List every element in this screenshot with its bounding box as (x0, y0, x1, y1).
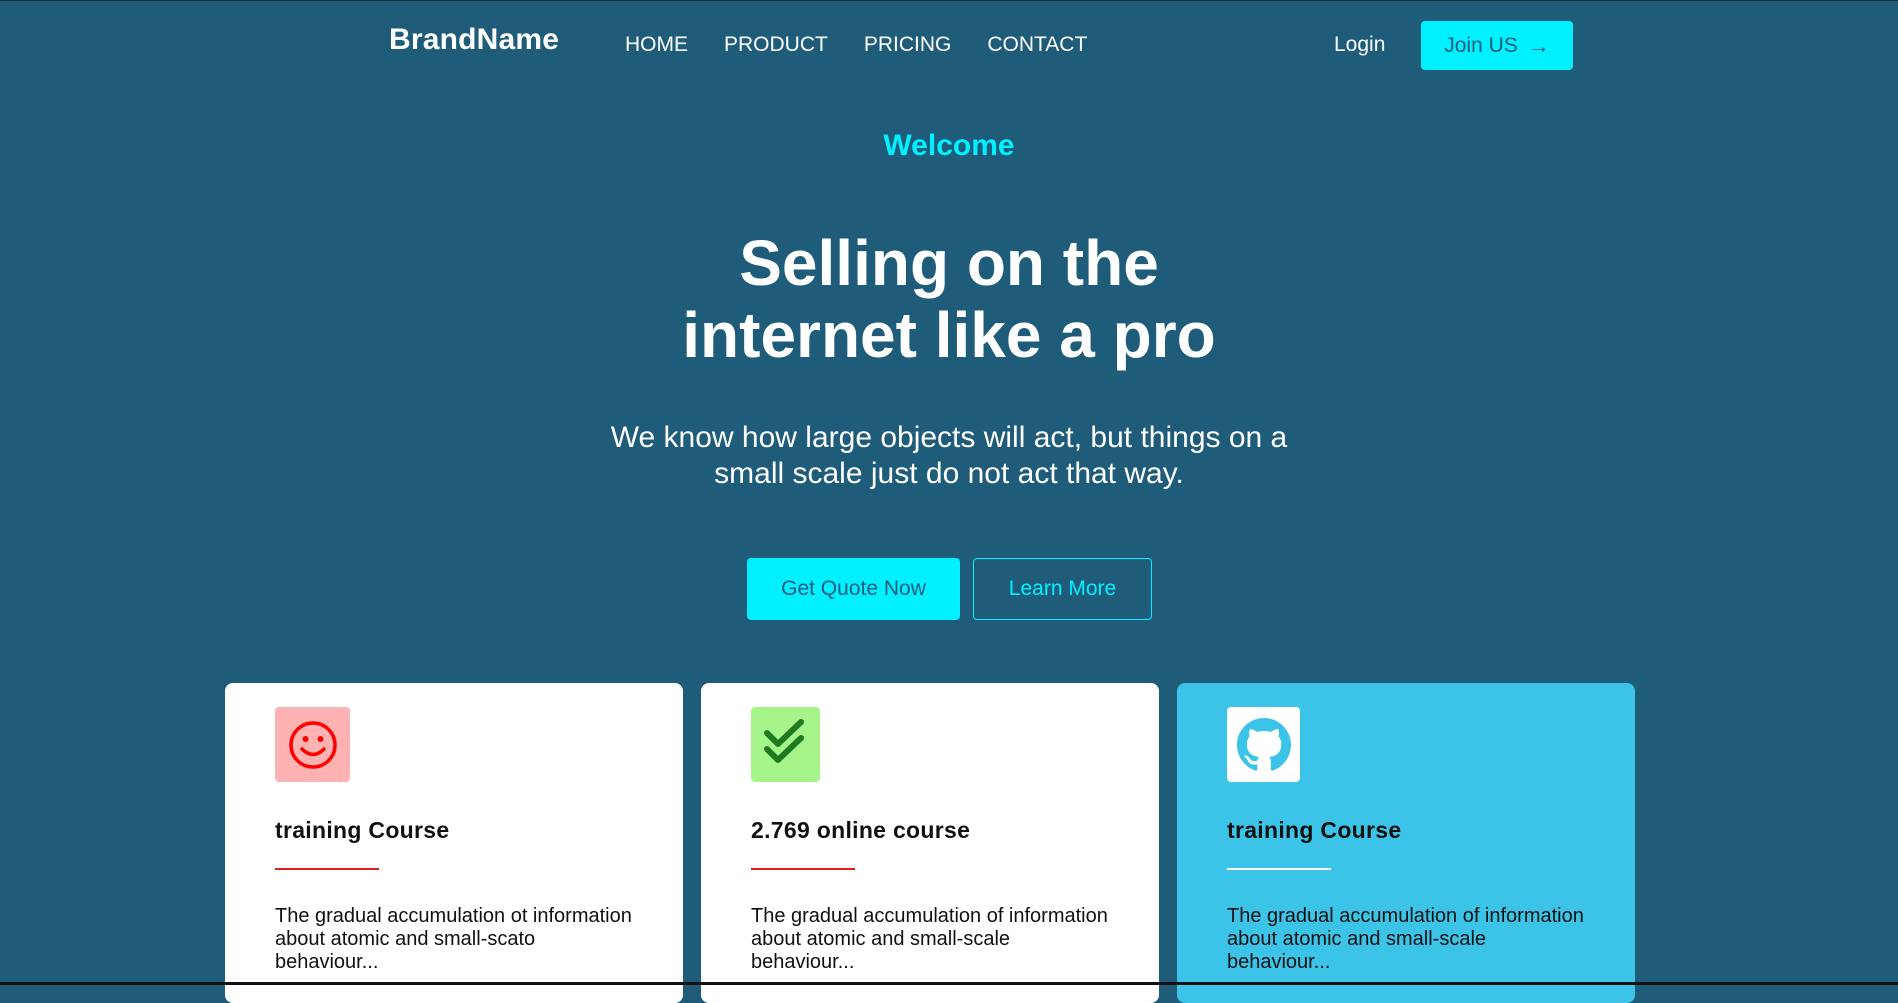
login-link[interactable]: Login (1334, 33, 1385, 57)
card-description: The gradual accumulation ot information … (275, 905, 655, 974)
feature-card-training[interactable]: training Course The gradual accumulation… (225, 683, 683, 1003)
card-description: The gradual accumulation of information … (751, 905, 1131, 974)
nav-pricing[interactable]: PRICING (864, 33, 952, 57)
card-title: training Course (275, 817, 450, 843)
card-title: training Course (1227, 817, 1402, 843)
feature-cards: training Course The gradual accumulation… (225, 683, 1635, 1003)
nav-product[interactable]: PRODUCT (724, 33, 828, 57)
nav-contact[interactable]: CONTACT (987, 33, 1087, 57)
hero-eyebrow: Welcome (883, 129, 1015, 162)
card-description-line-3: behaviour... (275, 951, 379, 973)
learn-more-button[interactable]: Learn More (973, 558, 1152, 620)
arrow-right-icon: → (1527, 32, 1550, 58)
card-description-line-1: The gradual accumulation ot information (275, 905, 632, 927)
nav-home[interactable]: HOME (625, 33, 688, 57)
feature-card-training-featured[interactable]: training Course The gradual accumulation… (1177, 683, 1635, 1003)
card-description-line-1: The gradual accumulation of information (1227, 905, 1584, 927)
hero-cta-row: Get Quote Now Learn More (747, 558, 1152, 620)
hero-title: Selling on the internet like a pro (0, 227, 1898, 371)
card-description-line-2: about atomic and small-scale (1227, 928, 1487, 950)
card-description-line-2: about atomic and small-scato (275, 928, 536, 950)
hero-subtitle-line-1: We know how large objects will act, but … (610, 421, 1288, 454)
hero-subtitle-line-2: small scale just do not act that way. (714, 457, 1184, 490)
hero-subtitle: We know how large objects will act, but … (579, 420, 1319, 492)
get-quote-button[interactable]: Get Quote Now (747, 558, 960, 620)
card-description-line-3: behaviour... (751, 951, 855, 973)
card-divider (751, 868, 855, 870)
card-divider (275, 868, 379, 870)
card-title: 2.769 online course (751, 817, 971, 843)
hero-title-line-1: Selling on the (739, 227, 1159, 299)
card-description-line-3: behaviour... (1227, 951, 1331, 973)
main-nav: HOME PRODUCT PRICING CONTACT (625, 33, 1123, 57)
double-check-icon (751, 707, 820, 782)
site-header: BrandName HOME PRODUCT PRICING CONTACT L… (0, 1, 1898, 89)
github-icon (1227, 707, 1300, 782)
smiley-icon (275, 707, 350, 782)
card-description-line-2: about atomic and small-scale (751, 928, 1011, 950)
feature-card-online-course[interactable]: 2.769 online course The gradual accumula… (701, 683, 1159, 1003)
card-divider (1227, 868, 1331, 870)
card-description: The gradual accumulation of information … (1227, 905, 1607, 974)
card-description-line-1: The gradual accumulation of information (751, 905, 1108, 927)
brand-logo[interactable]: BrandName (389, 23, 559, 57)
join-us-label: Join US (1444, 33, 1518, 57)
hero-title-line-2: internet like a pro (682, 299, 1216, 371)
join-us-button[interactable]: Join US → (1421, 21, 1573, 70)
